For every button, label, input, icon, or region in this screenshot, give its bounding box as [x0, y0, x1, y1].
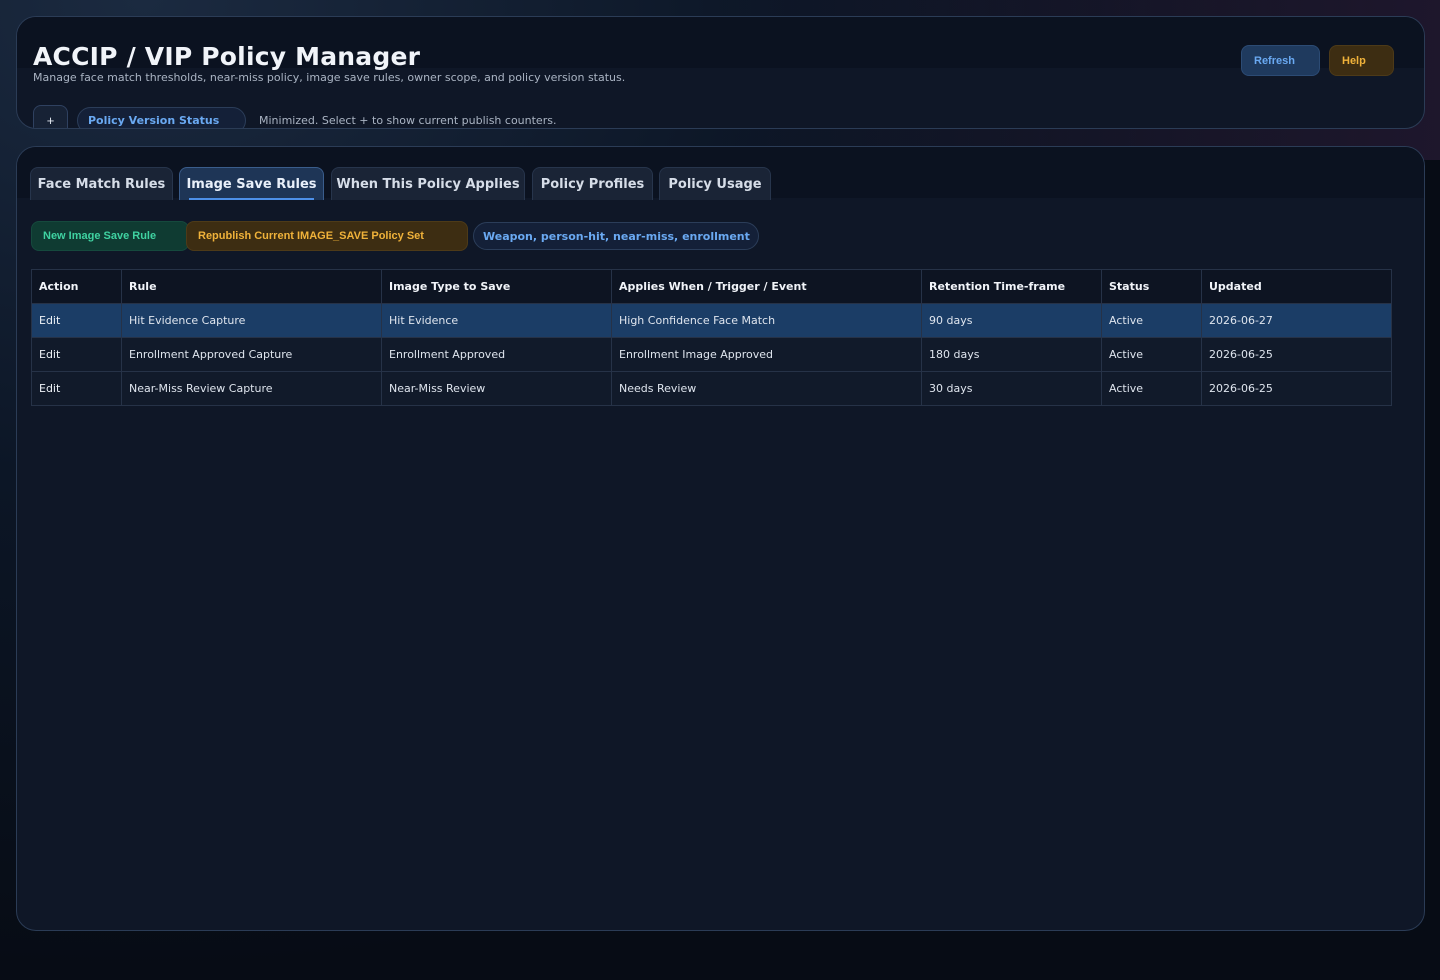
- cell-trigger: Enrollment Image Approved: [611, 337, 922, 372]
- refresh-button[interactable]: Refresh: [1241, 45, 1320, 76]
- table-header-row: Action Rule Image Type to Save Applies W…: [31, 269, 1392, 304]
- cell-image-type: Near-Miss Review: [381, 371, 612, 406]
- cell-status: Active: [1101, 303, 1202, 338]
- expand-policy-status-button[interactable]: +: [33, 105, 68, 128]
- cell-updated: 2026-06-27: [1201, 303, 1392, 338]
- edit-link-label[interactable]: Edit: [39, 382, 60, 395]
- column-header-trigger: Applies When / Trigger / Event: [611, 269, 922, 304]
- edit-link[interactable]: Edit: [31, 337, 122, 372]
- cell-retention: 90 days: [921, 303, 1102, 338]
- cell-trigger: Needs Review: [611, 371, 922, 406]
- help-button[interactable]: Help: [1329, 45, 1394, 76]
- cell-status: Active: [1101, 371, 1202, 406]
- image-save-rules-table: Action Rule Image Type to Save Applies W…: [31, 269, 1392, 406]
- column-header-action: Action: [31, 269, 122, 304]
- edit-link-label[interactable]: Edit: [39, 314, 60, 327]
- edit-link-label[interactable]: Edit: [39, 348, 60, 361]
- scope-pill: Weapon, person-hit, near-miss, enrollmen…: [473, 222, 759, 250]
- header-panel: ACCIP / VIP Policy Manager Manage face m…: [16, 16, 1425, 129]
- main-panel: Face Match Rules Image Save Rules When T…: [16, 146, 1425, 931]
- column-header-rule: Rule: [121, 269, 382, 304]
- policy-version-note: Minimized. Select + to show current publ…: [259, 114, 557, 127]
- tab-policy-profiles[interactable]: Policy Profiles: [532, 167, 653, 200]
- cell-updated: 2026-06-25: [1201, 337, 1392, 372]
- edit-link[interactable]: Edit: [31, 371, 122, 406]
- cell-image-type: Enrollment Approved: [381, 337, 612, 372]
- column-header-retention: Retention Time-frame: [921, 269, 1102, 304]
- column-header-image-type: Image Type to Save: [381, 269, 612, 304]
- page-subtitle: Manage face match thresholds, near-miss …: [33, 71, 626, 84]
- cell-retention: 30 days: [921, 371, 1102, 406]
- table-row[interactable]: Edit Enrollment Approved Capture Enrollm…: [31, 337, 1392, 372]
- edit-link[interactable]: Edit: [31, 303, 122, 338]
- cell-retention: 180 days: [921, 337, 1102, 372]
- column-header-status: Status: [1101, 269, 1202, 304]
- tab-image-save-rules[interactable]: Image Save Rules: [179, 167, 324, 200]
- cell-rule: Hit Evidence Capture: [121, 303, 382, 338]
- cell-status: Active: [1101, 337, 1202, 372]
- new-image-save-rule-button[interactable]: New Image Save Rule: [31, 221, 189, 251]
- cell-trigger: High Confidence Face Match: [611, 303, 922, 338]
- table-row[interactable]: Edit Hit Evidence Capture Hit Evidence H…: [31, 303, 1392, 338]
- tab-policy-usage[interactable]: Policy Usage: [659, 167, 771, 200]
- page-title: ACCIP / VIP Policy Manager: [33, 42, 421, 71]
- cell-image-type: Hit Evidence: [381, 303, 612, 338]
- cell-rule: Near-Miss Review Capture: [121, 371, 382, 406]
- cell-updated: 2026-06-25: [1201, 371, 1392, 406]
- cell-rule: Enrollment Approved Capture: [121, 337, 382, 372]
- column-header-updated: Updated: [1201, 269, 1392, 304]
- tab-face-match-rules[interactable]: Face Match Rules: [30, 167, 173, 200]
- policy-version-status-pill: Policy Version Status: [77, 107, 246, 128]
- table-row[interactable]: Edit Near-Miss Review Capture Near-Miss …: [31, 371, 1392, 406]
- republish-policy-set-button[interactable]: Republish Current IMAGE_SAVE Policy Set: [186, 221, 468, 251]
- tab-when-this-policy-applies[interactable]: When This Policy Applies: [331, 167, 525, 200]
